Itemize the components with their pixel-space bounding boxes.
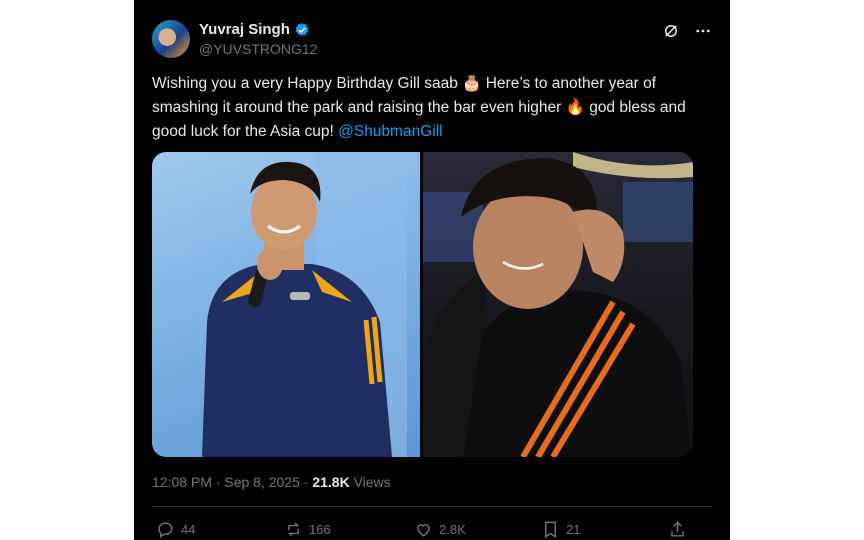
photo-left[interactable] <box>152 152 420 457</box>
verified-badge-icon <box>294 22 310 38</box>
player-with-mic-illustration <box>202 152 407 457</box>
share-icon <box>671 521 684 537</box>
timestamp[interactable]: 12:08 PM · Sep 8, 2025 · <box>152 474 312 490</box>
photo-right[interactable] <box>423 152 693 457</box>
name-row: Yuvraj Singh <box>199 21 310 38</box>
mention-link[interactable]: @ShubmanGill <box>338 123 442 140</box>
reply-count: 44 <box>181 522 196 537</box>
views-count: 21.8K <box>312 474 350 490</box>
like-count: 2.8K <box>439 522 466 537</box>
bookmark-icon <box>545 521 556 538</box>
tweet-card: Yuvraj Singh @YUVSTRONG12 Wishing you a … <box>134 0 730 540</box>
avatar[interactable] <box>152 20 190 58</box>
tweet-meta: 12:08 PM · Sep 8, 2025 · 21.8K Views <box>152 474 391 490</box>
repost-icon <box>287 522 300 537</box>
grok-icon[interactable] <box>662 22 680 40</box>
like-button[interactable]: 2.8K <box>414 520 466 539</box>
user-handle[interactable]: @YUVSTRONG12 <box>199 41 317 57</box>
repost-count: 166 <box>309 522 331 537</box>
bookmark-button[interactable]: 21 <box>541 520 580 539</box>
more-icon[interactable] <box>694 22 712 40</box>
player-hug-illustration <box>423 152 693 457</box>
tweet-media[interactable] <box>152 152 693 457</box>
views-label: Views <box>349 474 391 490</box>
like-icon <box>417 524 430 537</box>
bookmark-count: 21 <box>566 522 581 537</box>
divider <box>152 506 712 507</box>
repost-button[interactable]: 166 <box>284 520 331 539</box>
reply-button[interactable]: 44 <box>156 520 195 539</box>
tweet-text: Wishing you a very Happy Birthday Gill s… <box>152 72 712 144</box>
user-name[interactable]: Yuvraj Singh <box>199 21 290 38</box>
action-bar: 44 166 2.8K 21 <box>152 520 712 540</box>
reply-icon <box>158 522 173 539</box>
header-icons <box>662 22 712 40</box>
share-button[interactable] <box>668 520 687 539</box>
tweet-header: Yuvraj Singh @YUVSTRONG12 <box>152 18 712 60</box>
